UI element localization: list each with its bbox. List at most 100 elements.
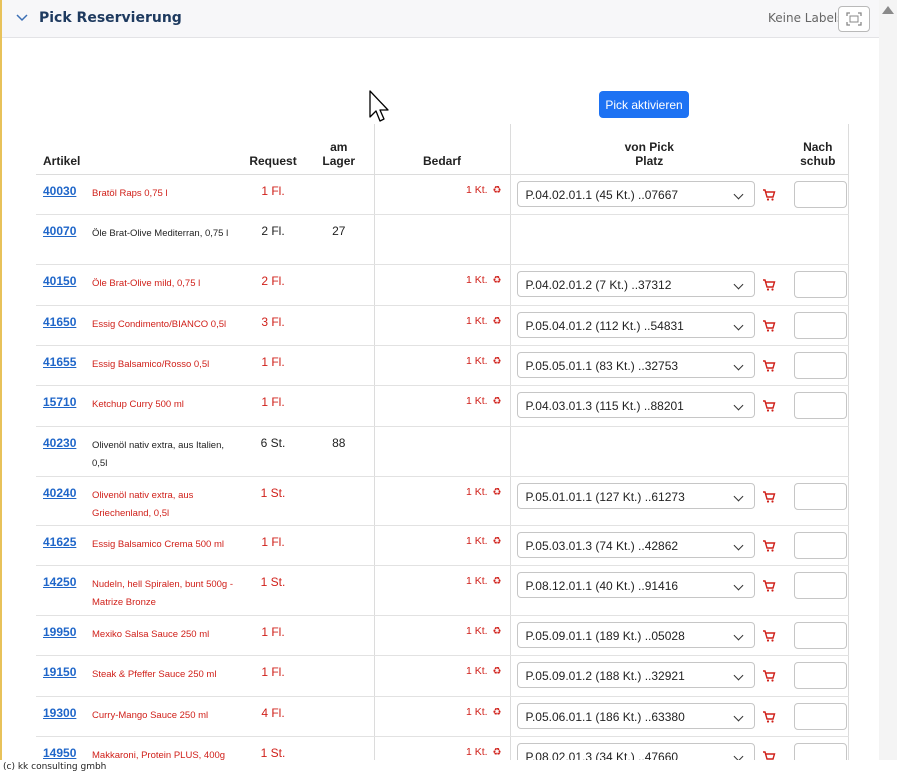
bedarf-cell: 1 Kt. ♻ bbox=[375, 737, 510, 758]
artikel-link[interactable]: 19150 bbox=[36, 656, 82, 679]
artikel-link[interactable]: 41650 bbox=[36, 306, 82, 329]
pick-table: Artikel Request am Lager Bedarf von Pick P… bbox=[36, 124, 849, 761]
cart-icon[interactable] bbox=[762, 490, 776, 504]
nachschub-input[interactable] bbox=[794, 482, 848, 510]
pick-platz-select[interactable]: P.04.02.01.1 (45 Kt.) ..07667 bbox=[516, 180, 755, 207]
artikel-name: Olivenöl nativ extra, aus Italien, 0,5l bbox=[92, 439, 225, 469]
chevron-down-icon[interactable] bbox=[16, 11, 28, 23]
lager-value bbox=[304, 526, 374, 535]
artikel-link[interactable]: 19950 bbox=[36, 616, 82, 639]
pick-platz-select[interactable]: P.05.06.01.1 (186 Kt.) ..63380 bbox=[516, 702, 755, 729]
artikel-link[interactable]: 14250 bbox=[36, 566, 82, 589]
artikel-link[interactable]: 40240 bbox=[36, 477, 82, 500]
table-row: 40030 Bratöl Raps 0,75 l 1 Fl. 1 Kt. ♻ P.04.0… bbox=[36, 174, 849, 215]
cart-icon[interactable] bbox=[762, 188, 776, 202]
cart-icon[interactable] bbox=[762, 539, 776, 553]
table-row: 41650 Essig Condimento/BIANCO 0,5l 3 Fl. 1 … bbox=[36, 305, 849, 346]
pick-platz-select[interactable]: P.05.09.01.2 (188 Kt.) ..32921 bbox=[516, 661, 755, 688]
cart-icon[interactable] bbox=[762, 669, 776, 683]
cart-icon[interactable] bbox=[762, 710, 776, 724]
artikel-link[interactable]: 14950 bbox=[36, 737, 82, 760]
nachschub-input[interactable] bbox=[794, 311, 848, 339]
bedarf-value: 1 Kt. bbox=[465, 183, 488, 196]
artikel-name: Olivenöl nativ extra, aus Griechenland, … bbox=[92, 489, 194, 519]
table-row: 40240 Olivenöl nativ extra, aus Griechenl… bbox=[36, 476, 849, 526]
chevron-down-icon bbox=[733, 630, 743, 640]
chevron-down-icon bbox=[733, 320, 743, 330]
scroll-up-arrow-icon[interactable] bbox=[882, 6, 894, 14]
nachschub-input[interactable] bbox=[794, 531, 848, 559]
pick-platz-select[interactable]: P.05.05.01.1 (83 Kt.) ..32753 bbox=[516, 351, 755, 378]
pick-platz-select[interactable]: P.05.03.01.3 (74 Kt.) ..42862 bbox=[516, 531, 755, 558]
pick-activate-button[interactable]: Pick aktivieren bbox=[599, 91, 689, 118]
request-value: 1 Fl. bbox=[261, 354, 285, 369]
lager-value bbox=[304, 737, 374, 746]
nachschub-input[interactable] bbox=[794, 571, 848, 599]
bottle-icon: ♻ bbox=[492, 355, 502, 367]
artikel-name: Essig Balsamico Crema 500 ml bbox=[92, 538, 224, 550]
scan-icon bbox=[846, 12, 862, 26]
pick-platz-select[interactable]: P.04.02.01.2 (7 Kt.) ..37312 bbox=[516, 270, 755, 297]
artikel-link[interactable]: 41625 bbox=[36, 526, 82, 549]
artikel-link[interactable]: 40150 bbox=[36, 265, 82, 288]
bedarf-cell: 1 Kt. ♻ bbox=[375, 265, 510, 286]
bedarf-value: 1 Kt. bbox=[465, 705, 488, 718]
bedarf-value: 1 Kt. bbox=[465, 745, 488, 758]
nachschub-input[interactable] bbox=[794, 270, 848, 298]
cart-icon[interactable] bbox=[762, 359, 776, 373]
pick-platz-value: P.05.09.01.2 (188 Kt.) ..32921 bbox=[525, 668, 685, 683]
label-scan-button[interactable] bbox=[838, 6, 870, 32]
table-row: 41655 Essig Balsamico/Rosso 0,5l 1 Fl. 1 Kt… bbox=[36, 345, 849, 386]
artikel-link[interactable]: 15710 bbox=[36, 386, 82, 409]
scrollbar[interactable] bbox=[879, 0, 897, 760]
col-bedarf: Bedarf bbox=[374, 124, 511, 175]
lager-value bbox=[304, 346, 374, 355]
artikel-link[interactable]: 41655 bbox=[36, 346, 82, 369]
nachschub-input[interactable] bbox=[794, 702, 848, 730]
panel-header[interactable]: Pick Reservierung Keine Labels bbox=[2, 0, 879, 38]
bedarf-cell: 1 Kt. ♻ bbox=[375, 477, 510, 498]
pick-platz-value: P.04.02.01.1 (45 Kt.) ..07667 bbox=[525, 187, 679, 202]
col-lager: am Lager bbox=[304, 124, 375, 175]
artikel-link[interactable]: 19300 bbox=[36, 697, 82, 720]
artikel-link[interactable]: 40070 bbox=[36, 215, 82, 238]
nachschub-input[interactable] bbox=[794, 391, 848, 419]
bedarf-value: 1 Kt. bbox=[465, 624, 488, 637]
table-row: 19300 Curry-Mango Sauce 250 ml 4 Fl. 1 Kt. ♻… bbox=[36, 696, 849, 737]
lager-value bbox=[304, 656, 374, 665]
table-row: 15710 Ketchup Curry 500 ml 1 Fl. 1 Kt. ♻ P.04… bbox=[36, 385, 849, 427]
table-row: 40070 Öle Brat-Olive Mediterran, 0,75 l 2 … bbox=[36, 214, 849, 265]
cart-icon[interactable] bbox=[762, 579, 776, 593]
pick-platz-select[interactable]: P.05.04.01.2 (112 Kt.) ..54831 bbox=[516, 311, 755, 338]
nachschub-input[interactable] bbox=[794, 621, 848, 649]
cart-icon[interactable] bbox=[762, 399, 776, 413]
pick-platz-select[interactable]: P.08.12.01.1 (40 Kt.) ..91416 bbox=[516, 571, 755, 598]
pick-platz-select[interactable]: P.08.02.01.3 (34 Kt.) ..47660 bbox=[516, 742, 755, 760]
nachschub-input[interactable] bbox=[794, 351, 848, 379]
pick-platz-select[interactable]: P.05.09.01.1 (189 Kt.) ..05028 bbox=[516, 621, 755, 648]
cart-icon[interactable] bbox=[762, 750, 776, 761]
pick-platz-select[interactable]: P.04.03.01.3 (115 Kt.) ..88201 bbox=[516, 391, 755, 418]
table-row: 40150 Öle Brat-Olive mild, 0,75 l 2 Fl. 1 K… bbox=[36, 264, 849, 306]
bedarf-value: 1 Kt. bbox=[465, 394, 488, 407]
artikel-name: Essig Balsamico/Rosso 0,5l bbox=[92, 358, 210, 370]
artikel-link[interactable]: 40230 bbox=[36, 427, 82, 450]
bottle-icon: ♻ bbox=[492, 274, 502, 286]
col-nachschub: Nach schub bbox=[788, 124, 849, 175]
pick-platz-select[interactable]: P.05.01.01.1 (127 Kt.) ..61273 bbox=[516, 482, 755, 509]
mouse-cursor-icon bbox=[369, 90, 389, 122]
nachschub-input[interactable] bbox=[794, 742, 848, 760]
pick-reservierung-panel: Pick Reservierung Keine Labels Pick akti… bbox=[0, 0, 879, 760]
cart-icon[interactable] bbox=[762, 278, 776, 292]
artikel-link[interactable]: 40030 bbox=[36, 175, 82, 198]
cart-icon[interactable] bbox=[762, 629, 776, 643]
lager-value bbox=[304, 616, 374, 625]
nachschub-input[interactable] bbox=[794, 661, 848, 689]
table-row: 40230 Olivenöl nativ extra, aus Italien, … bbox=[36, 426, 849, 477]
nachschub-input[interactable] bbox=[794, 180, 848, 208]
bottle-icon: ♻ bbox=[492, 315, 502, 327]
bottle-icon: ♻ bbox=[492, 575, 502, 587]
cart-icon[interactable] bbox=[762, 319, 776, 333]
artikel-name: Essig Condimento/BIANCO 0,5l bbox=[92, 318, 227, 330]
lager-value bbox=[304, 306, 374, 315]
